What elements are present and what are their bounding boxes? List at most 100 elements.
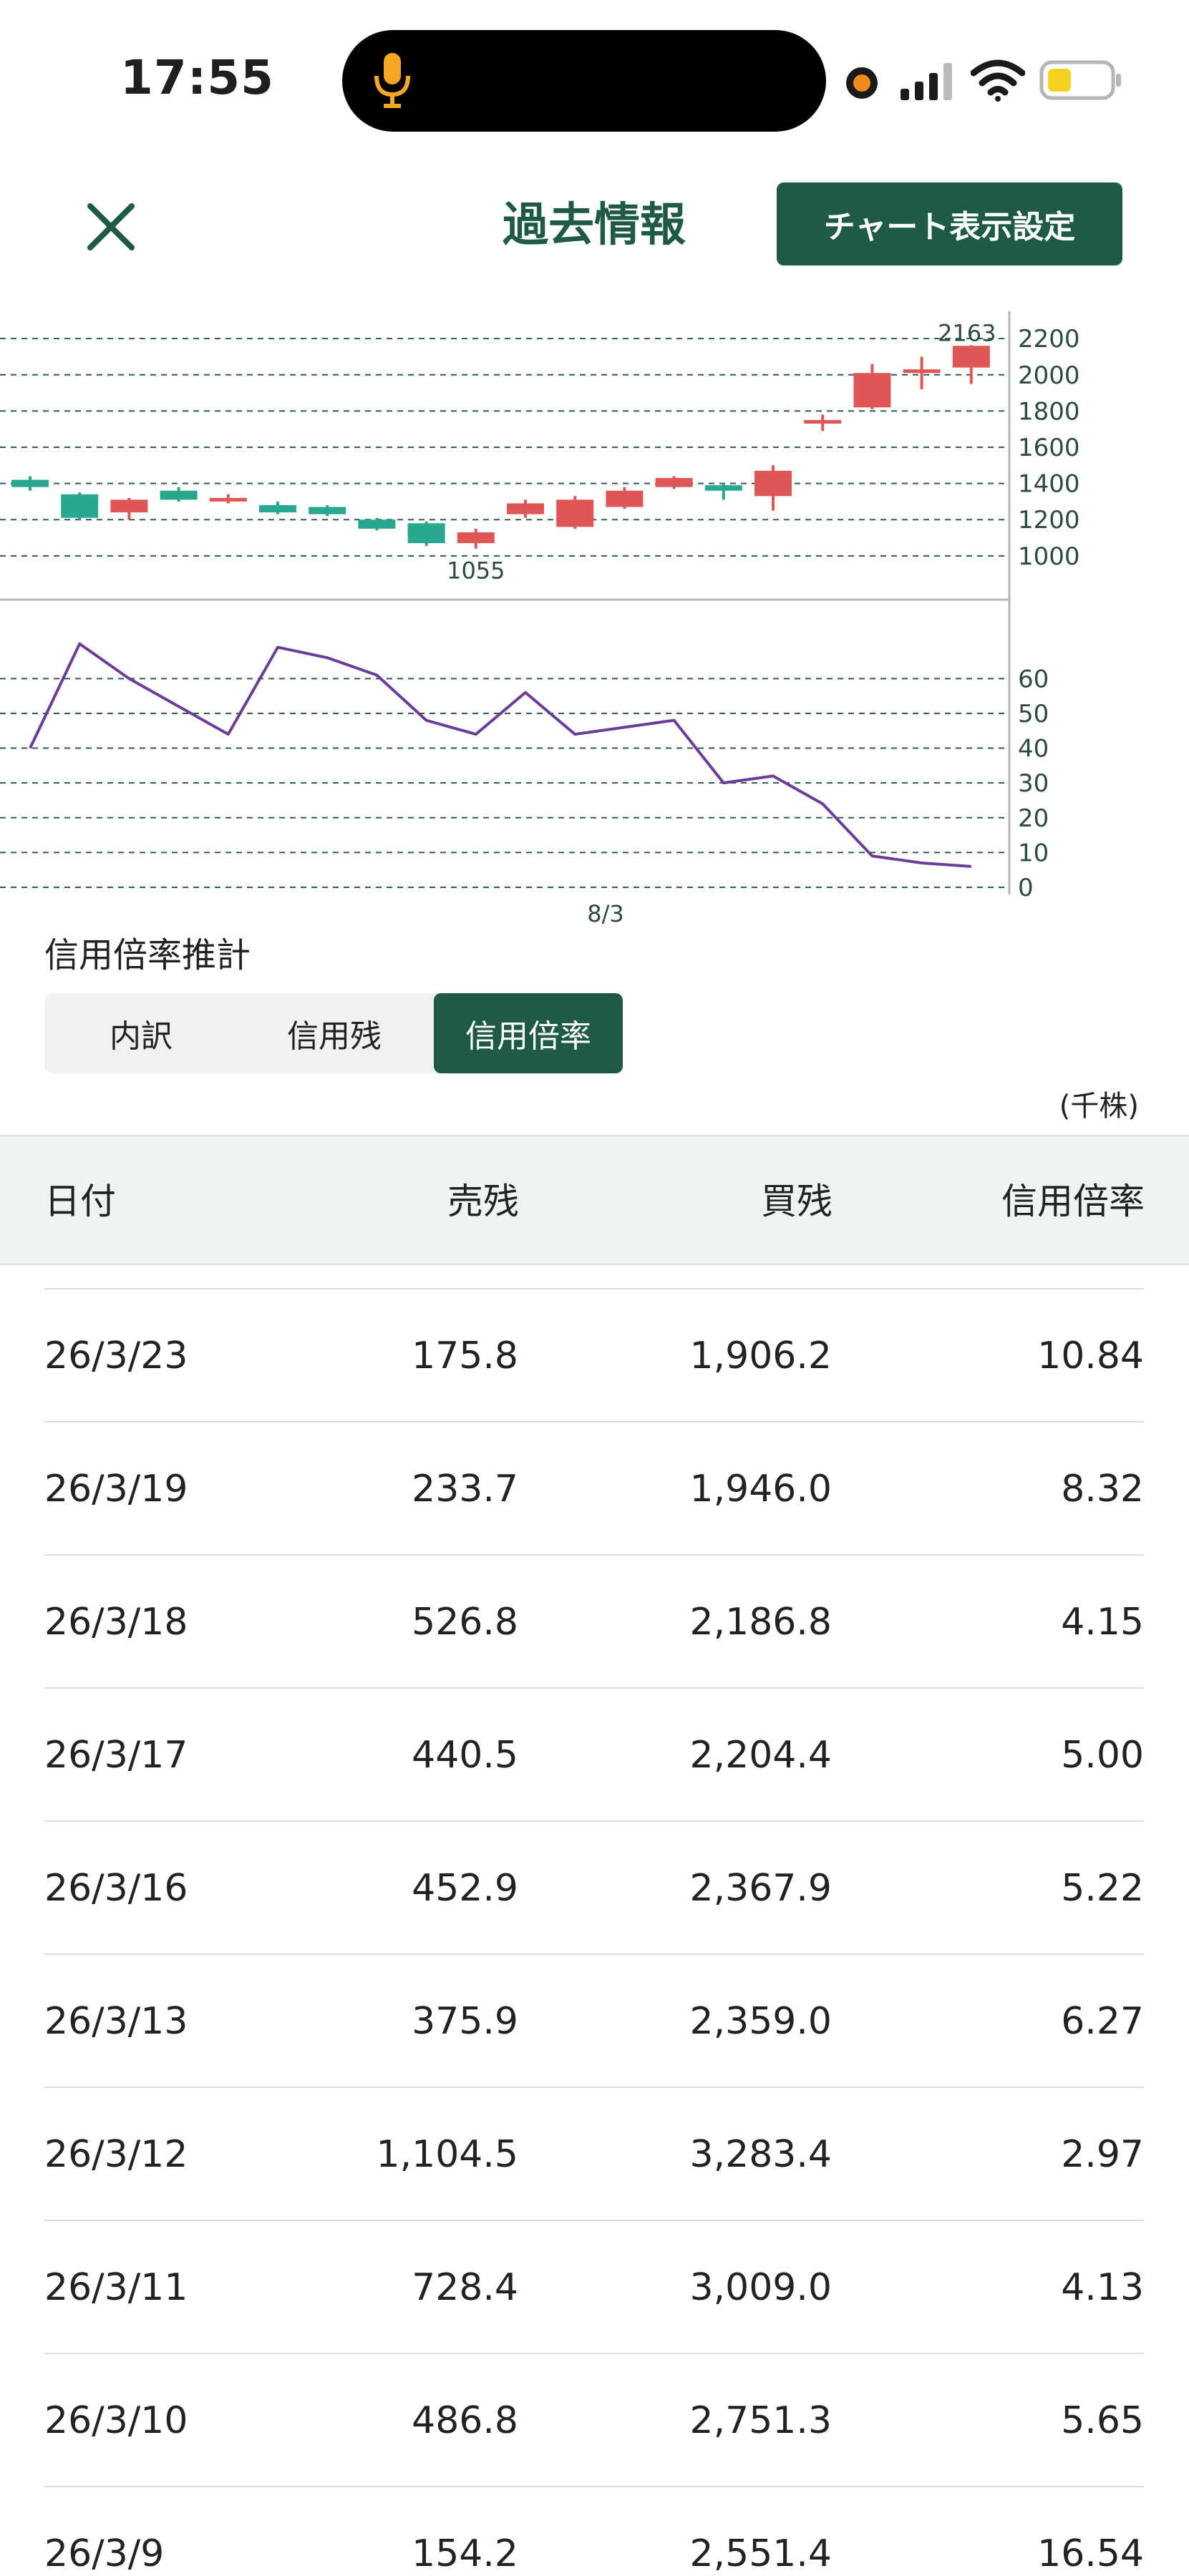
- table-row[interactable]: 26/3/16 452.9 2,367.9 5.22: [44, 1820, 1144, 1953]
- wifi-icon: [971, 59, 1025, 102]
- candle-body: [606, 490, 644, 507]
- price-low-label: 1055: [447, 557, 505, 585]
- dynamic-island: [342, 30, 826, 132]
- cell-ratio: 8.32: [1061, 1468, 1144, 1511]
- price-tick-label: 1000: [1018, 542, 1080, 571]
- cell-long: 1,906.2: [689, 1335, 832, 1377]
- cell-date: 26/3/10: [44, 2399, 188, 2442]
- table-row[interactable]: 26/3/23 175.8 1,906.2 10.84: [44, 1288, 1144, 1421]
- cell-long: 2,551.4: [689, 2532, 832, 2575]
- cell-long: 2,367.9: [689, 1867, 832, 1910]
- candle-body: [903, 369, 941, 374]
- cell-ratio: 5.22: [1061, 1867, 1144, 1910]
- cell-long: 2,204.4: [689, 1734, 832, 1777]
- table-row[interactable]: 26/3/18 526.8 2,186.8 4.15: [44, 1554, 1144, 1687]
- price-tick-label: 1800: [1018, 397, 1080, 426]
- tab-margin-ratio[interactable]: 信用倍率: [434, 993, 623, 1073]
- cell-long: 2,186.8: [689, 1601, 832, 1644]
- candle-body: [804, 420, 842, 424]
- cell-date: 26/3/9: [44, 2532, 165, 2575]
- cell-date: 26/3/18: [44, 1601, 188, 1644]
- table-row[interactable]: 26/3/12 1,104.5 3,283.4 2.97: [44, 2087, 1144, 2220]
- cell-date: 26/3/12: [44, 2133, 188, 2176]
- table-row[interactable]: 26/3/13 375.9 2,359.0 6.27: [44, 1953, 1144, 2087]
- screen: 17:55 過去情報 チャート表示設定 1000 1200 1400 1600 …: [0, 0, 1189, 2576]
- chart-display-settings-button[interactable]: チャート表示設定: [777, 182, 1122, 265]
- cell-ratio: 2.97: [1061, 2133, 1144, 2176]
- unit-label: (千株): [1059, 1090, 1139, 1123]
- cell-long: 2,359.0: [689, 2000, 832, 2043]
- cell-short: 1,104.5: [376, 2133, 518, 2176]
- stock-chart: 1000 1200 1400 1600 1800 2000 2200 2163 1055 0 10 2…: [0, 311, 1080, 927]
- cell-ratio: 4.15: [1061, 1601, 1144, 1644]
- cell-long: 3,283.4: [689, 2133, 832, 2176]
- status-bar: 17:55: [0, 0, 1189, 143]
- ratio-tick-label: 60: [1018, 665, 1049, 693]
- cell-short: 175.8: [412, 1335, 518, 1377]
- cell-date: 26/3/11: [44, 2266, 188, 2309]
- cell-ratio: 16.54: [1037, 2532, 1144, 2575]
- candle-body: [556, 499, 594, 527]
- candle-body: [655, 478, 693, 487]
- column-header-ratio: 信用倍率: [1001, 1181, 1145, 1222]
- candle-body: [853, 373, 891, 408]
- price-tick-label: 1200: [1018, 506, 1080, 535]
- cell-ratio: 4.13: [1061, 2266, 1144, 2309]
- cell-short: 486.8: [412, 2399, 518, 2442]
- segmented-control: 内訳 信用残 信用倍率: [44, 993, 623, 1073]
- tab-margin-balance[interactable]: 信用残: [238, 993, 431, 1073]
- price-tick-label: 1400: [1018, 470, 1080, 499]
- candle-body: [704, 485, 742, 491]
- cell-ratio: 6.27: [1061, 2000, 1144, 2043]
- candle-body: [457, 532, 495, 544]
- candle-body: [507, 503, 544, 514]
- table-row[interactable]: 26/3/11 728.4 3,009.0 4.13: [44, 2220, 1144, 2353]
- cell-date: 26/3/13: [44, 2000, 188, 2043]
- cell-short: 154.2: [412, 2532, 518, 2575]
- table-row[interactable]: 26/3/17 440.5 2,204.4 5.00: [44, 1687, 1144, 1820]
- cell-date: 26/3/19: [44, 1468, 188, 1511]
- table-header: 日付 売残 買残 信用倍率: [0, 1135, 1189, 1265]
- column-header-long: 買残: [761, 1181, 833, 1222]
- ratio-tick-label: 0: [1018, 874, 1034, 902]
- cell-date: 26/3/16: [44, 1867, 188, 1910]
- ratio-tick-label: 30: [1018, 769, 1049, 798]
- cell-short: 452.9: [412, 1867, 518, 1910]
- cell-short: 233.7: [412, 1468, 518, 1511]
- candle-body: [358, 519, 396, 529]
- cell-long: 1,946.0: [689, 1468, 832, 1511]
- table-row[interactable]: 26/3/9 154.2 2,551.4 16.54: [44, 2486, 1144, 2576]
- price-tick-label: 2000: [1018, 361, 1080, 390]
- table-row[interactable]: 26/3/19 233.7 1,946.0 8.32: [44, 1421, 1144, 1554]
- cell-short: 375.9: [412, 2000, 518, 2043]
- cell-long: 2,751.3: [689, 2399, 832, 2442]
- cell-ratio: 5.65: [1061, 2399, 1144, 2442]
- cell-short: 440.5: [412, 1734, 518, 1777]
- cell-ratio: 5.00: [1061, 1734, 1144, 1777]
- table-row[interactable]: 26/3/10 486.8 2,751.3 5.65: [44, 2353, 1144, 2486]
- cell-short: 526.8: [412, 1601, 518, 1644]
- candle-body: [160, 490, 198, 500]
- candle-body: [209, 497, 247, 502]
- ratio-tick-label: 20: [1018, 804, 1049, 833]
- tab-breakdown[interactable]: 内訳: [44, 993, 238, 1073]
- candle-body: [61, 494, 99, 518]
- candle-body: [952, 346, 990, 368]
- candle-body: [754, 470, 792, 497]
- price-tick-label: 1600: [1018, 434, 1080, 462]
- ratio-tick-label: 40: [1018, 735, 1049, 763]
- microphone-icon: [374, 53, 410, 108]
- status-time: 17:55: [120, 50, 275, 105]
- candle-body: [11, 479, 49, 487]
- cell-long: 3,009.0: [689, 2266, 832, 2309]
- candle-body: [407, 523, 445, 544]
- close-icon[interactable]: [72, 187, 150, 266]
- price-tick-label: 2200: [1018, 325, 1080, 353]
- cell-date: 26/3/23: [44, 1335, 188, 1377]
- candle-body: [110, 499, 148, 513]
- column-header-short: 売残: [447, 1181, 519, 1222]
- section-title: 信用倍率推計: [44, 935, 251, 975]
- battery-icon: [1039, 60, 1121, 100]
- cellular-signal-icon: [901, 63, 952, 100]
- candle-body: [309, 507, 346, 514]
